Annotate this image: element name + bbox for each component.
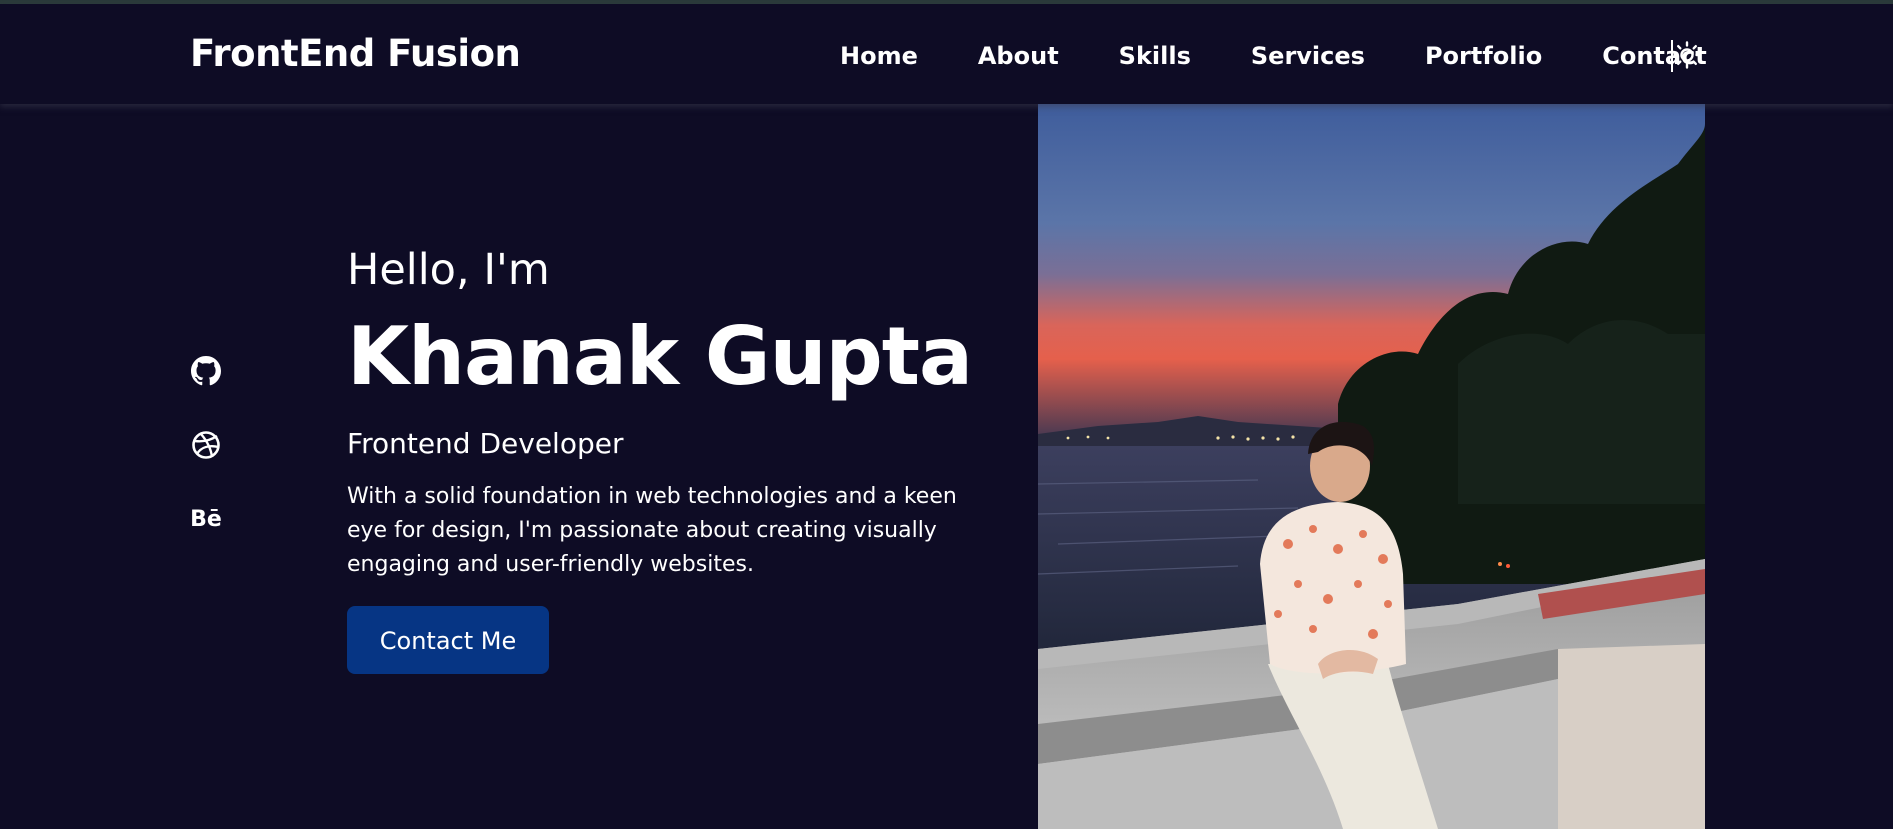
dribbble-icon <box>192 431 220 459</box>
hero-role: Frontend Developer <box>347 427 624 460</box>
nav-services[interactable]: Services <box>1251 42 1365 70</box>
main-nav: Home About Skills Services Portfolio Con… <box>840 42 1707 70</box>
profile-image <box>1038 104 1705 829</box>
hero-content: Hello, I'm Khanak Gupta Frontend Develop… <box>347 245 997 674</box>
hero-description: With a solid foundation in web technolog… <box>347 484 957 577</box>
nav-skills[interactable]: Skills <box>1119 42 1191 70</box>
hero-greeting: Hello, I'm <box>347 245 550 295</box>
cursor-bar <box>1671 40 1673 72</box>
nav-portfolio[interactable]: Portfolio <box>1425 42 1542 70</box>
nav-about[interactable]: About <box>978 42 1059 70</box>
hero-photo <box>1038 104 1705 829</box>
nav-home[interactable]: Home <box>840 42 918 70</box>
dribbble-link[interactable] <box>190 429 222 461</box>
site-header: FrontEnd Fusion Home About Skills Servic… <box>0 4 1893 104</box>
github-link[interactable] <box>190 355 222 387</box>
behance-icon: Bē <box>190 506 222 532</box>
github-icon <box>191 356 221 386</box>
brand-logo[interactable]: FrontEnd Fusion <box>190 32 521 75</box>
sun-icon <box>1673 41 1701 69</box>
behance-link[interactable]: Bē <box>190 503 222 535</box>
contact-me-button[interactable]: Contact Me <box>347 606 549 674</box>
hero-name: Khanak Gupta <box>347 310 973 403</box>
theme-toggle-button[interactable] <box>1671 38 1703 72</box>
